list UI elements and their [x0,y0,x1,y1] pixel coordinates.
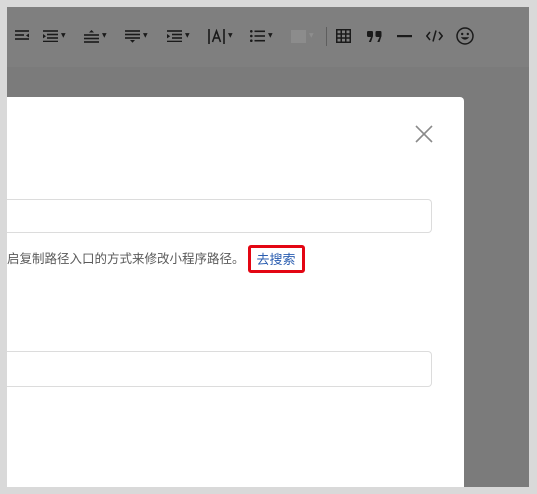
second-input[interactable] [7,352,431,386]
search-link[interactable]: 去搜索 [247,245,305,273]
path-hint: 启复制路径入口的方式来修改小程序路径。 去搜索 [7,245,305,273]
chevron-down-icon: ▼ [185,32,190,39]
chevron-down-icon: ▼ [228,32,233,39]
chevron-down-icon: ▼ [268,32,273,39]
editor-toolbar: ▼ ▼ ▼ ▼ ▼ ▼ ▼ [7,7,529,67]
mini-program-path-field[interactable] [7,199,432,233]
path-input[interactable] [7,200,431,232]
path-dialog: 启复制路径入口的方式来修改小程序路径。 去搜索 [7,97,464,487]
second-input-field[interactable] [7,351,432,387]
chevron-down-icon: ▼ [143,32,148,39]
chevron-down-icon: ▼ [61,32,66,39]
close-icon[interactable] [414,124,434,144]
hint-text: 启复制路径入口的方式来修改小程序路径。 [7,251,245,266]
chevron-down-icon: ▼ [102,32,107,39]
toolbar-divider [326,27,327,46]
chevron-down-icon: ▼ [309,32,314,39]
screen-frame: ▼ ▼ ▼ ▼ ▼ ▼ ▼ 启复制路径入口的方式来修改小程序路径。 去搜索 [7,7,529,487]
